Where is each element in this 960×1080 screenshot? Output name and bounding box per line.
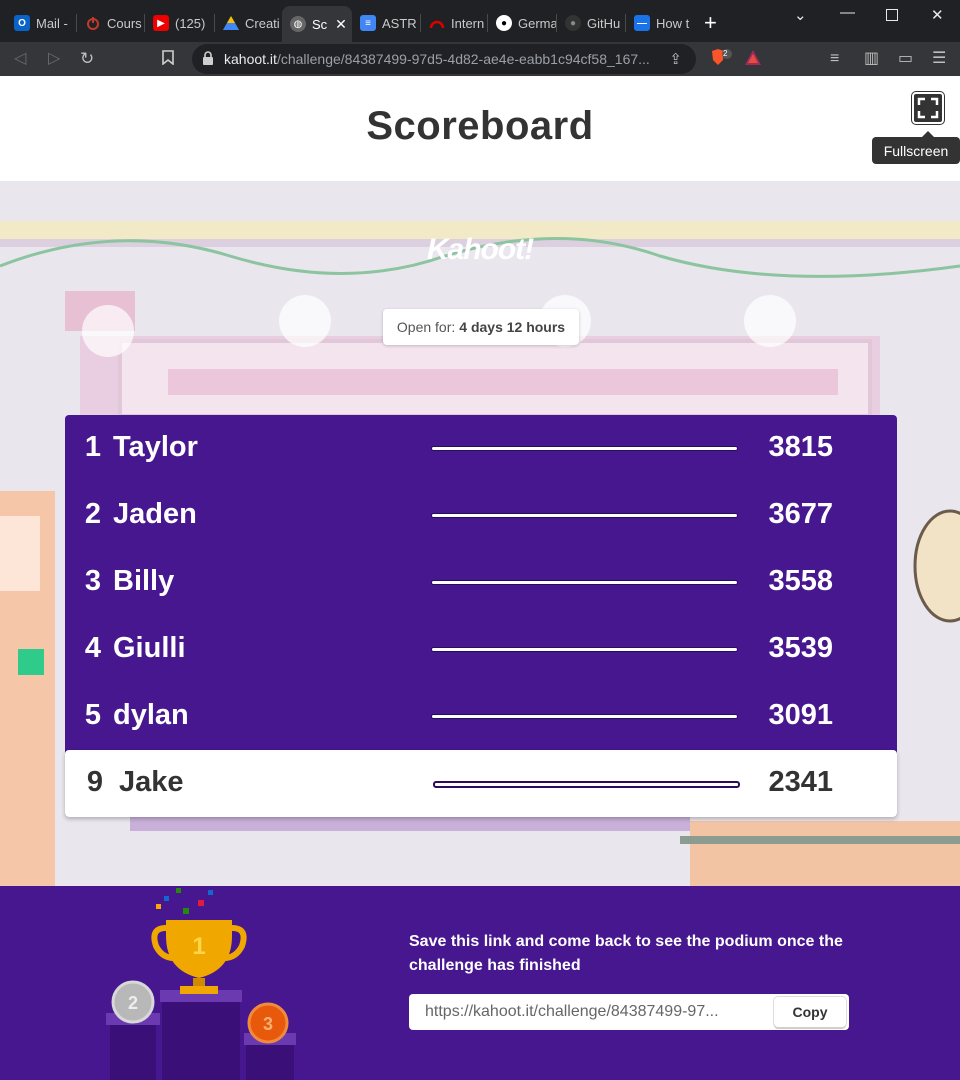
challenge-footer: 2 3 1 Save this link and come back to se… [0,886,960,1080]
podium-third-label: 3 [263,1014,273,1034]
fullscreen-tooltip: Fullscreen [872,131,960,164]
minimize-button[interactable]: — [840,4,855,21]
scoreboard-row: 1 Taylor 3815 [65,415,897,482]
page-title: Scoreboard [366,104,594,148]
speed-icon [429,15,445,31]
tab-internet[interactable]: Intern [421,8,487,38]
tab-mail[interactable]: O Mail - [6,8,76,38]
brave-rewards-icon[interactable] [744,49,762,71]
page-header: Scoreboard Fullscreen [0,76,960,181]
url-path: /challenge/84387499-97d5-4d82-ae4e-eabb1… [276,51,650,67]
kahoot-logo: Kahoot! [426,233,534,266]
wallet-icon[interactable]: ▭ [898,50,913,68]
score-bar [431,647,738,652]
tab-github[interactable]: ● GitHu [557,8,625,38]
score-bar [431,580,738,585]
player-score: 3677 [768,498,833,530]
player-rank: 4 [84,632,102,664]
open-for-label: Open for: [396,319,456,335]
player-rank: 5 [84,699,102,731]
back-icon[interactable]: ◁ [14,50,26,68]
share-icon[interactable]: ⇪ [669,50,682,68]
youtube-icon: ▶ [153,15,169,31]
docs-icon: ≡ [360,15,376,31]
tab-search-chevron-icon[interactable]: ⌄ [794,6,807,24]
tab-howto[interactable]: — How t [626,8,692,38]
fullscreen-icon [917,97,939,119]
drive-icon [223,15,239,31]
bookmark-icon[interactable] [162,50,174,70]
reload-icon[interactable]: ↻ [80,50,94,68]
tab-course[interactable]: Cours [77,8,143,38]
brave-shield-icon[interactable] [710,48,732,73]
new-tab-button[interactable]: + [704,12,717,34]
player-name: Giulli [113,632,186,664]
scoreboard-row: 2 Jaden 3677 [65,482,897,549]
open-for-badge: Open for: 4 days 12 hours [383,309,579,345]
player-score: 3091 [768,699,833,731]
github-icon: ● [565,15,581,31]
player-rank: 1 [84,431,102,463]
player-rank: 3 [84,565,102,597]
score-bar [431,513,738,518]
player-name: dylan [113,699,189,731]
score-bar [431,714,738,719]
scoreboard-row: 5 dylan 3091 [65,683,897,750]
close-window-button[interactable]: ✕ [931,6,944,24]
forward-icon[interactable]: ▷ [48,50,60,68]
globe-icon: ◍ [290,16,306,32]
tab-youtube[interactable]: ▶ (125) [145,8,215,38]
scoreboard-list: 1 Taylor 3815 2 Jaden 3677 3 Billy 3558 … [65,415,897,817]
scoreboard-scene: Kahoot! Open for: 4 days 12 hours 1 Tayl… [0,181,960,886]
player-name: Jake [119,766,184,798]
player-score: 2341 [768,766,833,798]
scoreboard-row: 3 Billy 3558 [65,549,897,616]
sidebar-icon[interactable]: ▥ [864,50,879,68]
fullscreen-button[interactable] [912,92,944,124]
player-score: 3558 [768,565,833,597]
close-tab-icon[interactable]: ✕ [335,16,347,33]
kahoot-page: Scoreboard Fullscreen Kahoot! Open for: … [0,76,960,1080]
player-score: 3815 [768,431,833,463]
browser-toolbar: ◁ ▷ ↻ kahoot.it/challenge/84387499-97d5-… [0,42,960,76]
current-player-row: 9 Jake 2341 [65,750,897,817]
shield-count: 2 [723,49,728,58]
challenge-link-field[interactable] [409,994,771,1030]
url-host: kahoot.it [224,51,277,67]
open-for-value: 4 days 12 hours [459,319,566,335]
github-icon: ● [496,15,512,31]
outlook-icon: O [14,15,30,31]
podium-second-label: 2 [128,993,138,1013]
address-bar[interactable]: kahoot.it/challenge/84387499-97d5-4d82-a… [192,44,696,74]
tab-german[interactable]: ● Germa [488,8,556,38]
copy-button[interactable]: Copy [774,997,846,1027]
tab-scoreboard[interactable]: ◍ Sc ✕ [282,6,352,42]
maximize-button[interactable] [886,9,898,21]
media-playlist-icon[interactable]: ≡ [830,50,839,68]
lock-icon [202,51,216,67]
scoreboard-row: 4 Giulli 3539 [65,616,897,683]
player-name: Jaden [113,498,197,530]
tab-astr[interactable]: ≡ ASTR [352,8,420,38]
podium-illustration: 2 3 1 [106,888,296,1080]
menu-icon[interactable]: ☰ [932,50,946,68]
player-name: Billy [113,565,175,597]
player-rank: 2 [84,498,102,530]
site-icon: — [634,15,650,31]
score-bar [431,446,738,451]
tab-creative[interactable]: Creati [215,8,281,38]
player-score: 3539 [768,632,833,664]
score-bar [433,781,740,788]
podium-first-label: 1 [192,933,205,960]
save-link-message: Save this link and come back to see the … [409,933,843,974]
power-icon [85,15,101,31]
player-name: Taylor [113,431,198,463]
challenge-link-box: Copy [409,994,849,1030]
player-rank: 9 [86,766,104,798]
tab-strip: O Mail - Cours ▶ (125) Creati ◍ Sc ✕ ≡ A… [0,0,960,42]
